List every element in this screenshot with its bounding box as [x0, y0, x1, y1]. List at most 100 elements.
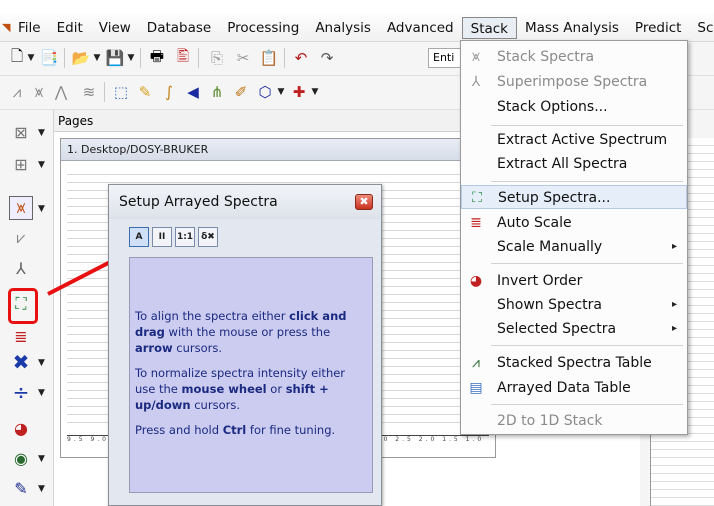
menu-script[interactable]: Scrip — [689, 17, 714, 39]
delete-icon[interactable]: ✖ — [9, 350, 33, 374]
pin-icon[interactable]: ✎ — [9, 476, 33, 500]
stack-spectra-icon: ⩙ — [472, 49, 480, 65]
structure-icon[interactable]: ⬡ — [254, 81, 276, 103]
invert-order-icon[interactable]: ◕ — [9, 416, 33, 440]
select-tool-icon[interactable]: ⬚ — [110, 81, 132, 103]
submenu-arrow-icon: ▸ — [671, 241, 677, 252]
folder-icon[interactable]: 📂 — [70, 47, 92, 69]
spectrum-icon[interactable]: ⩘ — [6, 81, 28, 103]
grid-icon[interactable]: ⊞ — [9, 152, 33, 176]
scale-mode-button[interactable]: II — [152, 227, 172, 247]
stack-spectra-icon[interactable]: ⩙ — [9, 196, 33, 220]
menu-processing[interactable]: Processing — [219, 17, 307, 39]
menu-item-setup-spectra[interactable]: ⛶ Setup Spectra... — [461, 185, 687, 209]
multiplet-tool-icon[interactable]: ⋔ — [206, 81, 228, 103]
selection-combo[interactable]: Enti — [428, 48, 462, 68]
stack-options-icon[interactable]: ⅄ — [9, 256, 33, 280]
divide-icon[interactable]: ÷ — [9, 380, 33, 404]
dialog-instructions: To align the spectra either click and dr… — [129, 257, 373, 493]
align-mode-button[interactable]: A — [129, 227, 149, 247]
peak-pick-icon[interactable]: ◀ — [182, 81, 204, 103]
auto-scale-icon[interactable]: ≣ — [9, 324, 33, 348]
menu-item-2d-to-1d-stack[interactable]: 2D to 1D Stack — [461, 409, 687, 433]
add-icon[interactable]: ✚ — [288, 81, 310, 103]
superimpose-icon[interactable]: ⩗ — [9, 226, 33, 250]
menu-item-stack-options[interactable]: Stack Options... — [461, 95, 687, 119]
fit-icon[interactable]: ⊠ — [9, 120, 33, 144]
stack-menu: ⩙ Stack Spectra ⅄ Superimpose Spectra St… — [460, 40, 688, 435]
instruction-normalize: To normalize spectra intensity either us… — [135, 366, 346, 412]
chevron-down-icon[interactable]: ▼ — [38, 160, 45, 170]
menu-predict[interactable]: Predict — [627, 17, 690, 39]
cut-icon[interactable]: ✂ — [232, 47, 254, 69]
chevron-down-icon[interactable]: ▼ — [92, 47, 102, 69]
pdf-icon[interactable]: 🖺 — [172, 47, 194, 69]
menu-item-arrayed-data-table[interactable]: ▤ Arrayed Data Table — [461, 376, 687, 400]
superimpose-icon: ⅄ — [471, 74, 481, 90]
copy-icon[interactable]: ⎘ — [206, 47, 228, 69]
setup-spectra-icon: ⛶ — [472, 190, 482, 206]
menu-item-invert-order[interactable]: ◕ Invert Order — [461, 269, 687, 293]
menu-database[interactable]: Database — [139, 17, 219, 39]
stacked-table-icon: ⩘ — [472, 355, 480, 371]
menu-item-extract-active-spectrum[interactable]: Extract Active Spectrum — [461, 128, 687, 152]
new-document-icon[interactable]: 🗋 — [6, 47, 28, 69]
menu-item-scale-manually[interactable]: Scale Manually ▸ — [461, 235, 687, 259]
menu-view[interactable]: View — [91, 17, 139, 39]
undo-icon[interactable]: ↶ — [290, 47, 312, 69]
menu-bar: ◥ File Edit View Database Processing Ana… — [0, 14, 714, 42]
draw-icon[interactable]: ✐ — [230, 81, 252, 103]
document-title: 1. Desktop/DOSY-BRUKER — [61, 139, 495, 161]
submenu-arrow-icon: ▸ — [671, 299, 677, 310]
chevron-down-icon[interactable]: ▼ — [38, 358, 45, 368]
menu-analysis[interactable]: Analysis — [307, 17, 379, 39]
integrate-icon[interactable]: ∫ — [158, 81, 180, 103]
menu-mass-analysis[interactable]: Mass Analysis — [517, 17, 627, 39]
invert-order-icon: ◕ — [469, 273, 483, 289]
chevron-down-icon[interactable]: ▼ — [38, 204, 45, 214]
multiplet-icon[interactable]: ⋀ — [50, 81, 72, 103]
menu-item-extract-all-spectra[interactable]: Extract All Spectra — [461, 152, 687, 176]
instruction-fine-tune: Press and hold Ctrl for fine tuning. — [135, 423, 336, 437]
menu-item-superimpose-spectra[interactable]: ⅄ Superimpose Spectra — [461, 70, 687, 94]
open-icon[interactable]: 📑 — [38, 47, 60, 69]
reset-shift-button[interactable]: δ✖ — [198, 227, 218, 247]
chevron-down-icon[interactable]: ▼ — [38, 388, 45, 398]
menu-item-shown-spectra[interactable]: Shown Spectra ▸ — [461, 293, 687, 317]
chevron-down-icon[interactable]: ▼ — [38, 484, 45, 494]
dialog-title: Setup Arrayed Spectra — [109, 185, 381, 219]
menu-item-stack-spectra[interactable]: ⩙ Stack Spectra — [461, 45, 687, 69]
pencil-icon[interactable]: ✎ — [134, 81, 156, 103]
chevron-down-icon[interactable]: ▼ — [38, 128, 45, 138]
paste-icon[interactable]: 📋 — [258, 47, 280, 69]
save-icon[interactable]: 💾 — [104, 47, 126, 69]
reset-scale-button[interactable]: 1:1 — [175, 227, 195, 247]
redo-icon[interactable]: ↷ — [316, 47, 338, 69]
peaks-icon[interactable]: ⩙ — [28, 81, 50, 103]
chevron-down-icon[interactable]: ▼ — [26, 47, 36, 69]
pages-header: Pages — [54, 110, 460, 132]
eye-icon[interactable]: ◉ — [9, 446, 33, 470]
menu-edit[interactable]: Edit — [49, 17, 91, 39]
print-icon[interactable]: 🖶 — [146, 47, 168, 69]
chevron-down-icon[interactable]: ▼ — [276, 81, 286, 103]
menu-item-selected-spectra[interactable]: Selected Spectra ▸ — [461, 317, 687, 341]
menu-stack[interactable]: Stack — [461, 16, 518, 39]
data-table-icon: ▤ — [469, 380, 483, 396]
stack-icon[interactable]: ≋ — [78, 81, 100, 103]
auto-scale-icon: ≣ — [470, 215, 482, 231]
menu-item-auto-scale[interactable]: ≣ Auto Scale — [461, 211, 687, 235]
instruction-align: To align the spectra either click and dr… — [135, 309, 347, 355]
close-icon[interactable]: ✖ — [355, 194, 373, 210]
submenu-arrow-icon: ▸ — [671, 323, 677, 334]
setup-arrayed-spectra-dialog: Setup Arrayed Spectra ✖ A II 1:1 δ✖ To a… — [108, 184, 382, 506]
chevron-down-icon[interactable]: ▼ — [126, 47, 136, 69]
menu-file[interactable]: File — [10, 17, 49, 39]
app-icon: ◥ — [2, 20, 11, 34]
dialog-toolbar: A II 1:1 δ✖ — [129, 227, 218, 253]
menu-advanced[interactable]: Advanced — [379, 17, 462, 39]
chevron-down-icon[interactable]: ▼ — [38, 454, 45, 464]
menu-item-stacked-spectra-table[interactable]: ⩘ Stacked Spectra Table — [461, 351, 687, 375]
chevron-down-icon[interactable]: ▼ — [310, 81, 320, 103]
highlight-box — [8, 288, 38, 324]
